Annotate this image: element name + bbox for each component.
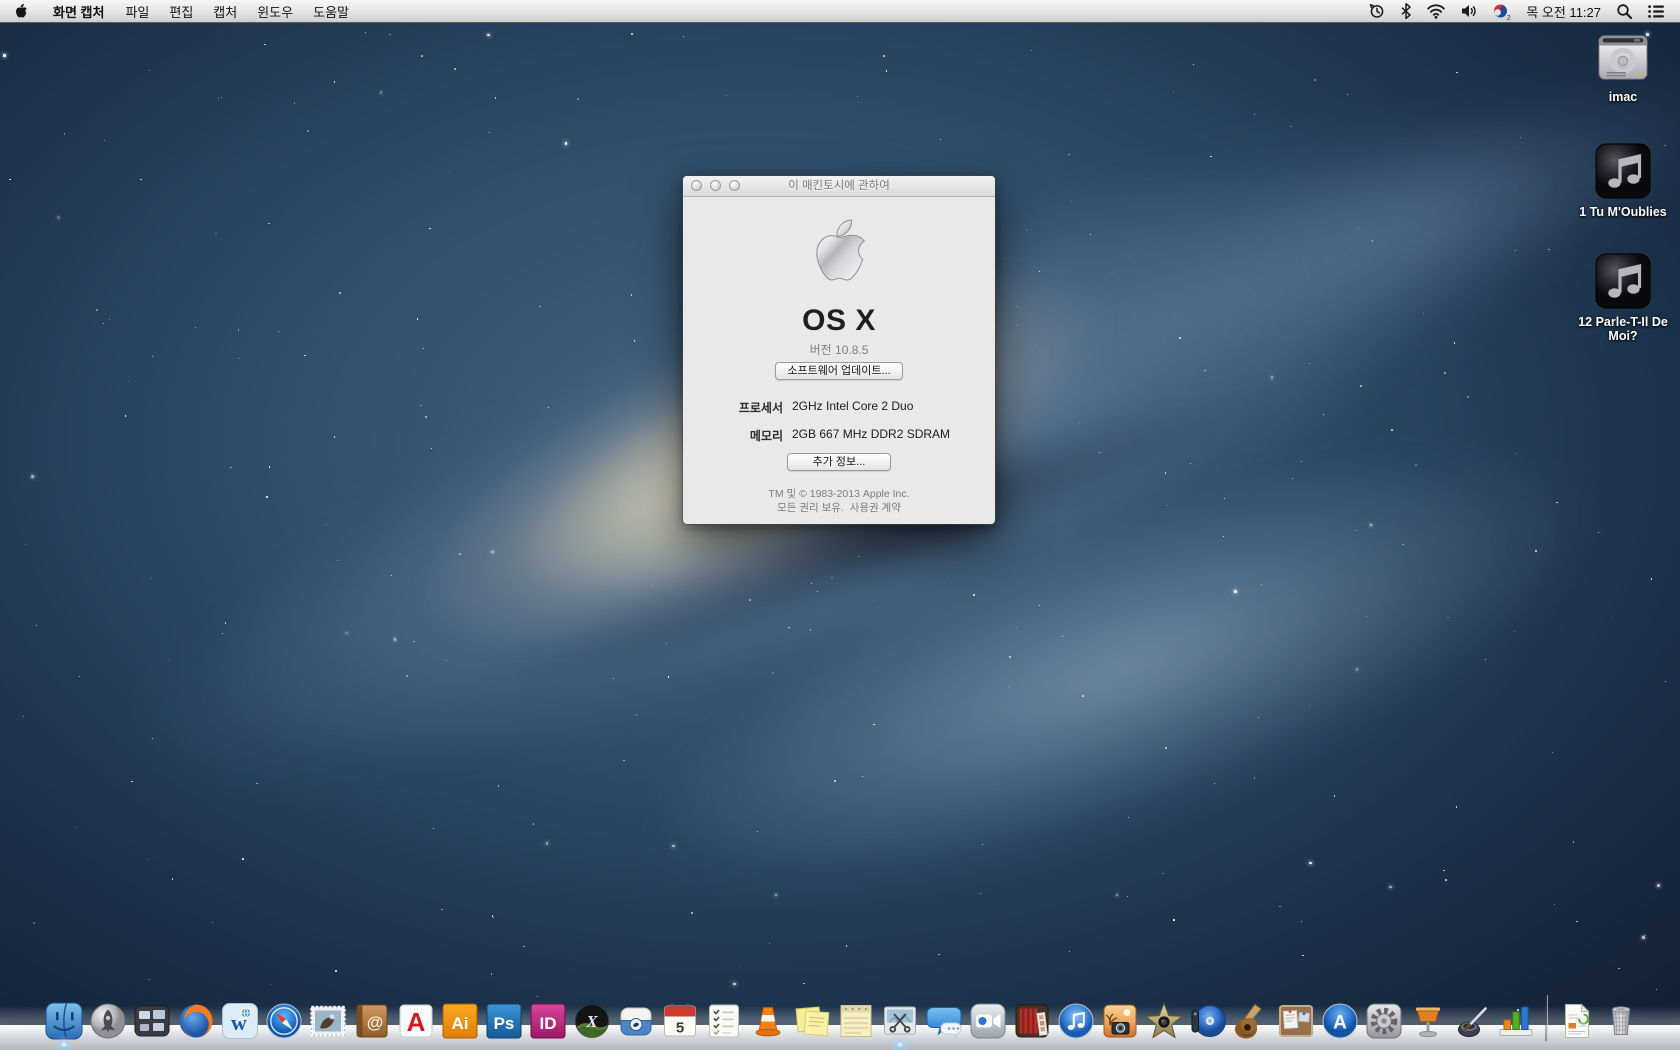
bluetooth-icon[interactable]: [1393, 0, 1419, 22]
about-this-mac-window: 이 매킨토시에 관하여 OS X 버전 10.8.5 소프트웨어 업데이: [683, 176, 995, 524]
dock-item-idvd[interactable]: [1188, 1001, 1228, 1041]
dock-item-finder[interactable]: [44, 1001, 84, 1041]
dock-item-iphoto[interactable]: [1100, 1001, 1140, 1041]
os-name: OS X: [683, 304, 995, 338]
dock-item-x-media[interactable]: X: [572, 1001, 612, 1041]
dock-item-adobe-reader[interactable]: A: [396, 1001, 436, 1041]
dock-item-safari[interactable]: [264, 1001, 304, 1041]
dock-item-indesign[interactable]: ID: [528, 1001, 568, 1041]
dock-item-photoshop[interactable]: Ps: [484, 1001, 524, 1041]
dock-item-pages[interactable]: [1452, 1001, 1492, 1041]
menu-left: 화면 캡처 파일편집캡처윈도우도움말: [0, 0, 359, 22]
dock-item-reminders[interactable]: [704, 1001, 744, 1041]
menu-clock[interactable]: 목 오전 11:27: [1518, 2, 1609, 21]
svg-text:A: A: [1333, 1013, 1347, 1034]
apple-logo-large: [808, 217, 870, 295]
dock-item-mission-control[interactable]: [132, 1001, 172, 1041]
software-update-button[interactable]: 소프트웨어 업데이트...: [775, 362, 903, 380]
memory-value: 2GB 667 MHz DDR2 SDRAM: [792, 427, 950, 444]
dock-item-contacts[interactable]: @: [352, 1001, 392, 1041]
running-indicator: [61, 1042, 68, 1049]
dock-item-numbers[interactable]: [1496, 1001, 1536, 1041]
svg-text:A: A: [407, 1007, 426, 1037]
processor-label: 프로세서: [683, 399, 783, 416]
dock-item-system-preferences[interactable]: [1364, 1001, 1404, 1041]
dock-item-illustrator[interactable]: Ai: [440, 1001, 480, 1041]
dock-item-imovie[interactable]: [1144, 1001, 1184, 1041]
wallpaper: [0, 0, 1680, 1050]
desktop-icon-label: imac: [1568, 90, 1678, 104]
dock-item-trash[interactable]: [1601, 1001, 1641, 1041]
window-title: 이 매킨토시에 관하여: [683, 176, 995, 196]
dock-item-document[interactable]: [1557, 1001, 1597, 1041]
svg-text:2: 2: [1507, 15, 1511, 21]
spotlight-icon[interactable]: [1609, 0, 1640, 22]
processor-row: 프로세서 2GHz Intel Core 2 Duo: [683, 399, 995, 416]
dock-item-photo-booth[interactable]: [1012, 1001, 1052, 1041]
korean-input-icon[interactable]: 2: [1485, 0, 1518, 22]
desktop-icon-1-tu-m-oublies[interactable]: 1 Tu M'Oublies: [1568, 141, 1678, 219]
menu-bar: 화면 캡처 파일편집캡처윈도우도움말 2 목 오전 11:27: [0, 0, 1680, 23]
apple-logo-icon: [14, 3, 28, 20]
dock-item-web-w[interactable]: w: [220, 1001, 260, 1041]
time-machine-icon[interactable]: [1361, 0, 1393, 22]
notification-center-icon[interactable]: [1640, 0, 1672, 22]
dock-item-garageband[interactable]: [1232, 1001, 1272, 1041]
desktop-icon-label: 1 Tu M'Oublies: [1568, 205, 1678, 219]
dock-item-messages[interactable]: [924, 1001, 964, 1041]
volume-icon[interactable]: [1453, 0, 1485, 22]
dock-item-facetime[interactable]: [968, 1001, 1008, 1041]
desktop-screen: 화면 캡처 파일편집캡처윈도우도움말 2 목 오전 11:27 이 매킨토시에 관…: [0, 0, 1680, 1050]
menu-item-3[interactable]: 캡처: [203, 0, 247, 22]
dock-item-toast[interactable]: [616, 1001, 656, 1041]
dock-item-iweb[interactable]: [1276, 1001, 1316, 1041]
svg-text:ID: ID: [540, 1014, 557, 1033]
running-indicator: [897, 1042, 904, 1049]
menu-right: 2 목 오전 11:27: [1361, 0, 1680, 22]
dock-item-mail[interactable]: [308, 1001, 348, 1041]
window-titlebar[interactable]: 이 매킨토시에 관하여: [683, 176, 995, 197]
memory-row: 메모리 2GB 667 MHz DDR2 SDRAM: [683, 427, 995, 444]
svg-text:@: @: [367, 1013, 384, 1032]
active-app-menu[interactable]: 화면 캡처: [42, 0, 115, 22]
svg-text:5: 5: [676, 1020, 684, 1037]
dock-item-itunes[interactable]: [1056, 1001, 1096, 1041]
svg-text:X: X: [585, 1012, 598, 1031]
copyright-line-1: TM 및 © 1983-2013 Apple Inc.: [683, 486, 995, 501]
memory-label: 메모리: [683, 427, 783, 444]
dock-item-calendar[interactable]: 5: [660, 1001, 700, 1041]
processor-value: 2GHz Intel Core 2 Duo: [792, 399, 913, 416]
dock-item-app-store[interactable]: A: [1320, 1001, 1360, 1041]
dock-item-grab[interactable]: [880, 1001, 920, 1041]
svg-text:Ps: Ps: [494, 1014, 515, 1033]
dock: w @ A Ai Ps ID X 5 A: [44, 995, 1641, 1041]
desktop-icon-imac[interactable]: imac: [1568, 30, 1678, 104]
dock-item-stickies[interactable]: [792, 1001, 832, 1041]
menu-item-1[interactable]: 파일: [115, 0, 159, 22]
desktop-icon-12-parle-t-il-de-moi[interactable]: 12 Parle-T-Il De Moi?: [1568, 251, 1678, 343]
svg-text:Ai: Ai: [452, 1014, 469, 1033]
menu-item-5[interactable]: 도움말: [303, 0, 359, 22]
dock-item-firefox[interactable]: [176, 1001, 216, 1041]
wifi-icon[interactable]: [1419, 0, 1453, 22]
apple-menu[interactable]: [0, 0, 42, 22]
dock-item-notes[interactable]: [836, 1001, 876, 1041]
menu-item-4[interactable]: 윈도우: [247, 0, 303, 22]
desktop-icon-label: 12 Parle-T-Il De Moi?: [1568, 315, 1678, 343]
os-version: 버전 10.8.5: [683, 341, 995, 358]
dock-item-keynote[interactable]: [1408, 1001, 1448, 1041]
more-info-button[interactable]: 추가 정보...: [787, 453, 891, 471]
copyright-line-2: 모든 권리 보유. 사용권 계약: [683, 500, 995, 515]
menu-item-2[interactable]: 편집: [159, 0, 203, 22]
dock-item-vlc[interactable]: [748, 1001, 788, 1041]
dock-divider: [1545, 995, 1548, 1041]
dock-item-launchpad[interactable]: [88, 1001, 128, 1041]
